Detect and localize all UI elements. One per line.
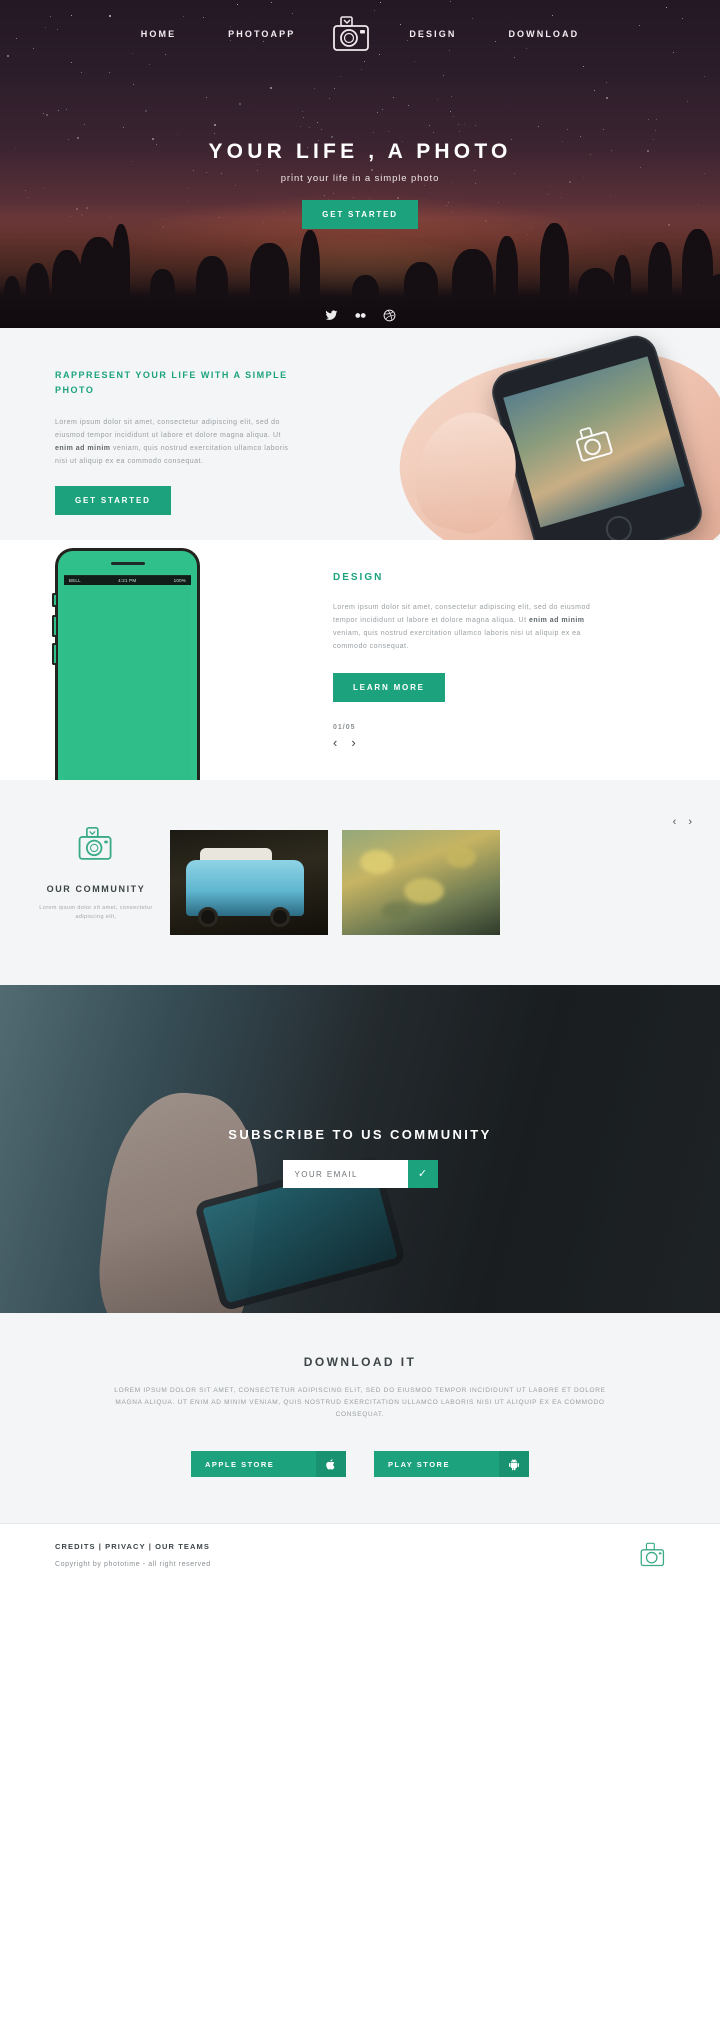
community-intro: OUR COMMUNITY Lorem ipsum dolor sit amet… xyxy=(30,826,162,922)
play-store-label: PLAY STORE xyxy=(374,1460,499,1469)
hero-get-started-button[interactable]: GET STARTED xyxy=(302,200,418,229)
camera-icon xyxy=(638,1542,668,1568)
community-next-icon[interactable]: › xyxy=(688,816,692,828)
community-carousel-controls: ‹ › xyxy=(673,816,692,828)
hero-content: YOUR LIFE , A PHOTO print your life in a… xyxy=(0,140,720,229)
footer-links[interactable]: CREDITS | PRIVACY | OUR TEAMS xyxy=(55,1542,720,1551)
hero-social-links xyxy=(0,309,720,322)
paragraph-part-1: Lorem ipsum dolor sit amet, consectetur … xyxy=(55,419,281,439)
landing-page: HOME PHOTOAPP DESIGN DOWNLOAD YOUR LIFE … xyxy=(0,0,720,1590)
rappresent-get-started-button[interactable]: GET STARTED xyxy=(55,486,171,515)
camera-icon xyxy=(569,419,619,465)
community-card-van[interactable] xyxy=(170,830,328,935)
rappresent-paragraph: Lorem ipsum dolor sit amet, consectetur … xyxy=(55,416,295,468)
rappresent-title: RAPPRESENT YOUR LIFE WITH A SIMPLE PHOTO xyxy=(55,368,295,398)
rappresent-section: RAPPRESENT YOUR LIFE WITH A SIMPLE PHOTO… xyxy=(0,328,720,540)
nav-item-photoapp[interactable]: PHOTOAPP xyxy=(202,29,321,39)
subscribe-content: SUBSCRIBE TO US COMMUNITY ✓ xyxy=(0,1127,720,1188)
status-carrier: BELL xyxy=(69,578,81,583)
design-learn-more-button[interactable]: LEARN MORE xyxy=(333,673,445,702)
footer: CREDITS | PRIVACY | OUR TEAMS Copyright … xyxy=(0,1524,720,1590)
subscribe-section: SUBSCRIBE TO US COMMUNITY ✓ xyxy=(0,985,720,1313)
community-prev-icon[interactable]: ‹ xyxy=(673,816,677,828)
subscribe-submit-button[interactable]: ✓ xyxy=(408,1160,438,1188)
apple-store-button[interactable]: APPLE STORE xyxy=(191,1451,346,1477)
flickr-icon[interactable] xyxy=(354,309,367,322)
hero-title: YOUR LIFE , A PHOTO xyxy=(0,140,720,164)
apple-store-label: APPLE STORE xyxy=(191,1460,316,1469)
community-section: OUR COMMUNITY Lorem ipsum dolor sit amet… xyxy=(0,780,720,985)
community-paragraph: Lorem ipsum dolor sit amet, consectetur … xyxy=(30,904,162,922)
design-carousel-controls: 01/05 ‹ › xyxy=(333,724,593,749)
download-title: DOWNLOAD IT xyxy=(0,1355,720,1369)
community-title: OUR COMMUNITY xyxy=(30,884,162,894)
nav-item-home[interactable]: HOME xyxy=(115,29,202,39)
hero-subtitle: print your life in a simple photo xyxy=(0,173,720,184)
footer-copyright: Copyright by phototime - all right reser… xyxy=(55,1561,720,1568)
dribbble-icon[interactable] xyxy=(383,309,396,322)
design-title: DESIGN xyxy=(333,572,593,583)
camera-icon[interactable] xyxy=(329,14,375,54)
green-phone-mockup: BELL 4:21 PM 100% xyxy=(55,548,200,780)
apple-icon xyxy=(316,1451,346,1477)
twitter-icon[interactable] xyxy=(325,309,338,322)
design-content: DESIGN Lorem ipsum dolor sit amet, conse… xyxy=(333,572,593,749)
email-input[interactable] xyxy=(283,1160,408,1188)
play-store-button[interactable]: PLAY STORE xyxy=(374,1451,529,1477)
main-navigation: HOME PHOTOAPP DESIGN DOWNLOAD xyxy=(0,0,720,68)
android-icon xyxy=(499,1451,529,1477)
download-paragraph: LOREM IPSUM DOLOR SIT AMET, CONSECTETUR … xyxy=(110,1385,610,1421)
subscribe-form: ✓ xyxy=(283,1160,438,1188)
status-battery: 100% xyxy=(174,578,186,583)
design-paragraph: Lorem ipsum dolor sit amet, consectetur … xyxy=(333,601,593,653)
paragraph-emphasis: enim ad minim xyxy=(529,617,585,624)
hero-section: HOME PHOTOAPP DESIGN DOWNLOAD YOUR LIFE … xyxy=(0,0,720,328)
status-time: 4:21 PM xyxy=(118,578,136,583)
phone-status-bar: BELL 4:21 PM 100% xyxy=(64,576,191,585)
paragraph-emphasis: enim ad minim xyxy=(55,445,111,452)
camera-icon xyxy=(75,826,117,862)
nav-item-download[interactable]: DOWNLOAD xyxy=(482,29,605,39)
community-card-leaves[interactable] xyxy=(342,830,500,935)
carousel-next-icon[interactable]: › xyxy=(351,736,355,749)
paragraph-part-2: veniam, quis nostrud exercitation ullamc… xyxy=(333,630,581,650)
hand-holding-phone-image xyxy=(330,342,720,540)
carousel-counter: 01/05 xyxy=(333,724,593,731)
design-section: BELL 4:21 PM 100% DESIGN Lorem ipsum dol… xyxy=(0,540,720,780)
nav-item-design[interactable]: DESIGN xyxy=(383,29,482,39)
subscribe-title: SUBSCRIBE TO US COMMUNITY xyxy=(0,1127,720,1142)
rappresent-content: RAPPRESENT YOUR LIFE WITH A SIMPLE PHOTO… xyxy=(55,368,295,515)
download-section: DOWNLOAD IT LOREM IPSUM DOLOR SIT AMET, … xyxy=(0,1313,720,1523)
carousel-prev-icon[interactable]: ‹ xyxy=(333,736,337,749)
